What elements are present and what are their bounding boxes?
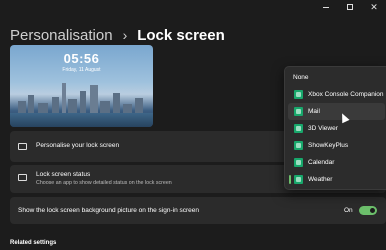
sign-in-background-row: Show the lock screen background picture … bbox=[10, 197, 386, 224]
selected-indicator bbox=[289, 175, 291, 184]
status-app-menu: None Xbox Console Companion Mail 3D View… bbox=[284, 66, 386, 190]
app-icon bbox=[294, 124, 303, 133]
menu-item-label: 3D Viewer bbox=[308, 125, 338, 132]
breadcrumb-personalisation[interactable]: Personalisation bbox=[10, 27, 113, 44]
menu-item-label: Weather bbox=[308, 176, 333, 183]
app-icon bbox=[294, 141, 303, 150]
lock-screen-status-description: Choose an app to show detailed status on… bbox=[36, 180, 172, 186]
menu-item-label: ShowKeyPlus bbox=[308, 142, 349, 149]
window-controls: ✕ bbox=[314, 0, 386, 14]
breadcrumb-separator-icon: › bbox=[122, 27, 128, 43]
app-icon bbox=[294, 175, 303, 184]
menu-item-none[interactable]: None bbox=[288, 69, 385, 86]
page-title: Lock screen bbox=[137, 26, 225, 44]
app-icon bbox=[294, 90, 303, 99]
menu-item-label: Xbox Console Companion bbox=[308, 91, 384, 98]
menu-item-label: Mail bbox=[308, 108, 320, 115]
menu-item-showkeyplus[interactable]: ShowKeyPlus bbox=[288, 137, 385, 154]
menu-item-label: Calendar bbox=[308, 159, 335, 166]
preview-time: 05:56 bbox=[63, 51, 100, 66]
preview-date: Friday, 11 August bbox=[62, 67, 101, 73]
menu-item-xbox-console-companion[interactable]: Xbox Console Companion bbox=[288, 86, 385, 103]
lock-screen-icon bbox=[18, 143, 27, 150]
menu-item-3d-viewer[interactable]: 3D Viewer bbox=[288, 120, 385, 137]
app-icon bbox=[294, 107, 303, 116]
toggle-state-label: On bbox=[344, 207, 353, 214]
related-settings-heading: Related settings bbox=[10, 240, 57, 246]
toggle-knob bbox=[370, 208, 375, 213]
maximize-icon[interactable] bbox=[338, 0, 362, 14]
menu-item-label: None bbox=[293, 74, 309, 81]
sign-in-background-label: Show the lock screen background picture … bbox=[18, 207, 200, 214]
personalise-lock-screen-label: Personalise your lock screen bbox=[36, 142, 120, 149]
lock-screen-status-label: Lock screen status bbox=[36, 171, 91, 178]
status-icon bbox=[18, 174, 27, 181]
breadcrumb: Personalisation › Lock screen bbox=[10, 24, 225, 46]
minimize-icon[interactable] bbox=[314, 0, 338, 14]
sign-in-background-toggle[interactable] bbox=[359, 206, 377, 215]
lock-screen-preview: 05:56 Friday, 11 August bbox=[10, 45, 153, 127]
app-icon bbox=[294, 158, 303, 167]
menu-item-weather[interactable]: Weather bbox=[288, 171, 385, 188]
menu-item-calendar[interactable]: Calendar bbox=[288, 154, 385, 171]
close-icon[interactable]: ✕ bbox=[362, 0, 386, 14]
menu-item-mail[interactable]: Mail bbox=[288, 103, 385, 120]
